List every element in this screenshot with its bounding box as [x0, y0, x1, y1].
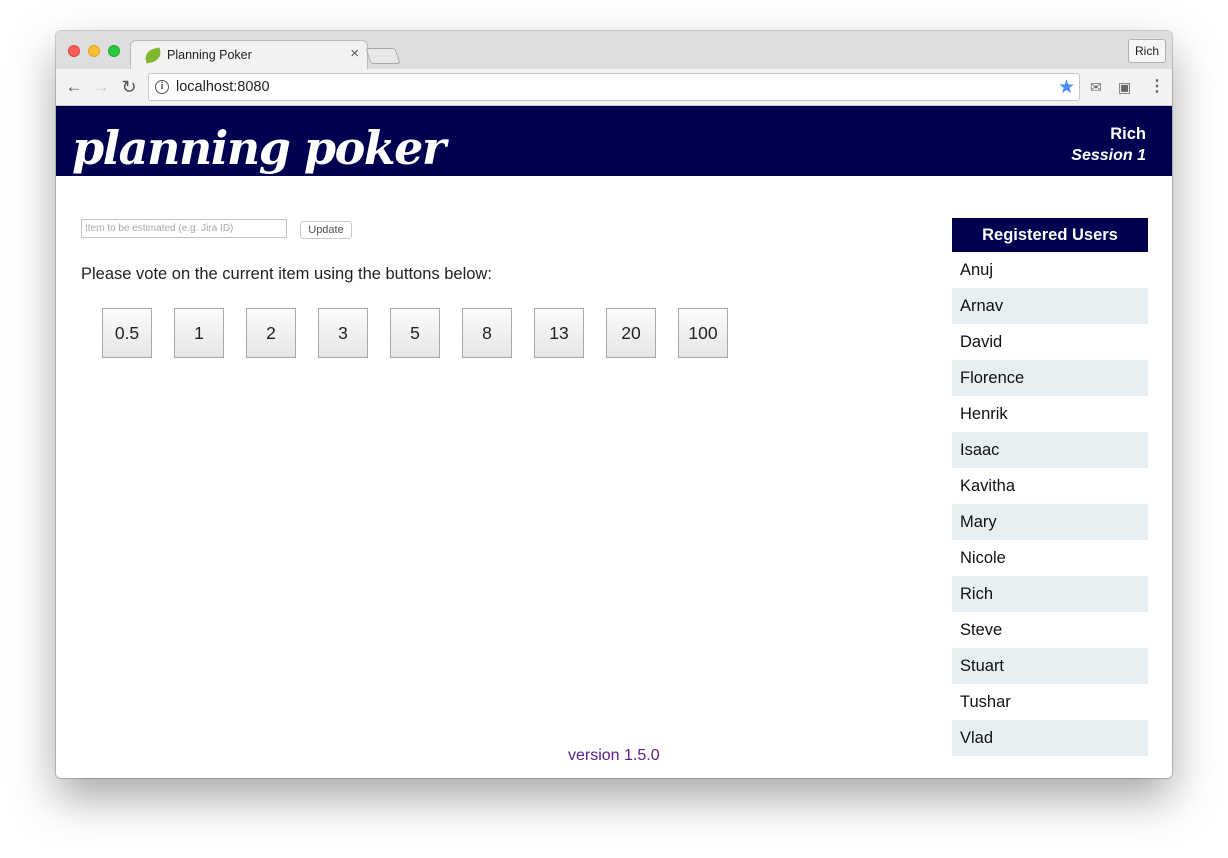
user-list-item: Anuj	[960, 261, 994, 279]
user-list-item: David	[960, 333, 1003, 351]
profile-button[interactable]: Rich	[1127, 39, 1166, 63]
vote-card-3[interactable]: 3	[318, 308, 368, 358]
leaf-favicon-icon	[143, 47, 163, 64]
vote-card-8[interactable]: 8	[462, 308, 512, 358]
browser-toolbar: ← → ↻ i localhost:8080 ★ ✉ ▣ ⋮	[56, 69, 1172, 106]
address-bar[interactable]: i localhost:8080 ★	[148, 73, 1080, 101]
user-list-item: Stuart	[952, 648, 1148, 684]
session-name: Session 1	[1071, 147, 1146, 164]
user-list-item: Mary	[952, 504, 1148, 540]
registered-users-title: Registered Users	[952, 218, 1148, 252]
user-list-item: Henrik	[960, 405, 1008, 423]
vote-card-2[interactable]: 2	[246, 308, 296, 358]
info-icon[interactable]: i	[155, 80, 169, 94]
cast-icon[interactable]: ▣	[1118, 78, 1131, 96]
minimize-window-button[interactable]	[88, 45, 100, 57]
user-list-item: Steve	[960, 621, 1003, 639]
page-content: planning poker Rich Session 1 Update Ple…	[56, 106, 1172, 778]
star-icon[interactable]: ★	[1058, 76, 1075, 99]
tab-close-icon[interactable]: ×	[350, 45, 359, 62]
reload-icon[interactable]: ↻	[119, 77, 139, 97]
version-label: version 1.5.0	[568, 747, 660, 764]
more-menu-icon[interactable]: ⋮	[1149, 78, 1165, 96]
app-header: planning poker Rich Session 1	[56, 106, 1172, 176]
vote-card-20[interactable]: 20	[606, 308, 656, 358]
mail-extension-icon[interactable]: ✉	[1090, 78, 1102, 96]
url-text[interactable]: localhost:8080	[176, 79, 270, 95]
user-list-item: Tushar	[960, 693, 1011, 711]
new-tab-button[interactable]	[365, 48, 401, 64]
vote-card-5[interactable]: 5	[390, 308, 440, 358]
vote-instructions: Please vote on the current item using th…	[81, 265, 492, 283]
back-arrow-icon[interactable]: ←	[64, 77, 84, 97]
user-list-item: Florence	[952, 360, 1148, 396]
vote-card-1[interactable]: 1	[174, 308, 224, 358]
vote-card-13[interactable]: 13	[534, 308, 584, 358]
tab-bar: Planning Poker × Rich	[56, 31, 1172, 70]
current-user-name: Rich	[1110, 125, 1146, 143]
user-list-item: Isaac	[952, 432, 1148, 468]
close-window-button[interactable]	[68, 45, 80, 57]
tab-title: Planning Poker	[167, 48, 252, 62]
vote-card-100[interactable]: 100	[678, 308, 728, 358]
registered-users-panel: Registered Users Anuj Arnav David Floren…	[952, 218, 1148, 756]
vote-card-0-5[interactable]: 0.5	[102, 308, 152, 358]
browser-tab[interactable]: Planning Poker ×	[130, 40, 368, 70]
user-list-item: Rich	[952, 576, 1148, 612]
estimate-item-input[interactable]	[81, 219, 287, 238]
user-list-item: Arnav	[952, 288, 1148, 324]
user-list-item: Vlad	[952, 720, 1148, 756]
update-button[interactable]: Update	[300, 221, 352, 239]
user-list-item: Kavitha	[960, 477, 1016, 495]
users-list: Anuj Arnav David Florence Henrik Isaac K…	[952, 252, 1148, 756]
brand-logo: planning poker	[72, 121, 446, 175]
forward-arrow-icon[interactable]: →	[91, 77, 111, 97]
user-list-item: Nicole	[960, 549, 1006, 567]
browser-window: Planning Poker × Rich ← → ↻ i localhost:…	[56, 31, 1172, 778]
zoom-window-button[interactable]	[108, 45, 120, 57]
